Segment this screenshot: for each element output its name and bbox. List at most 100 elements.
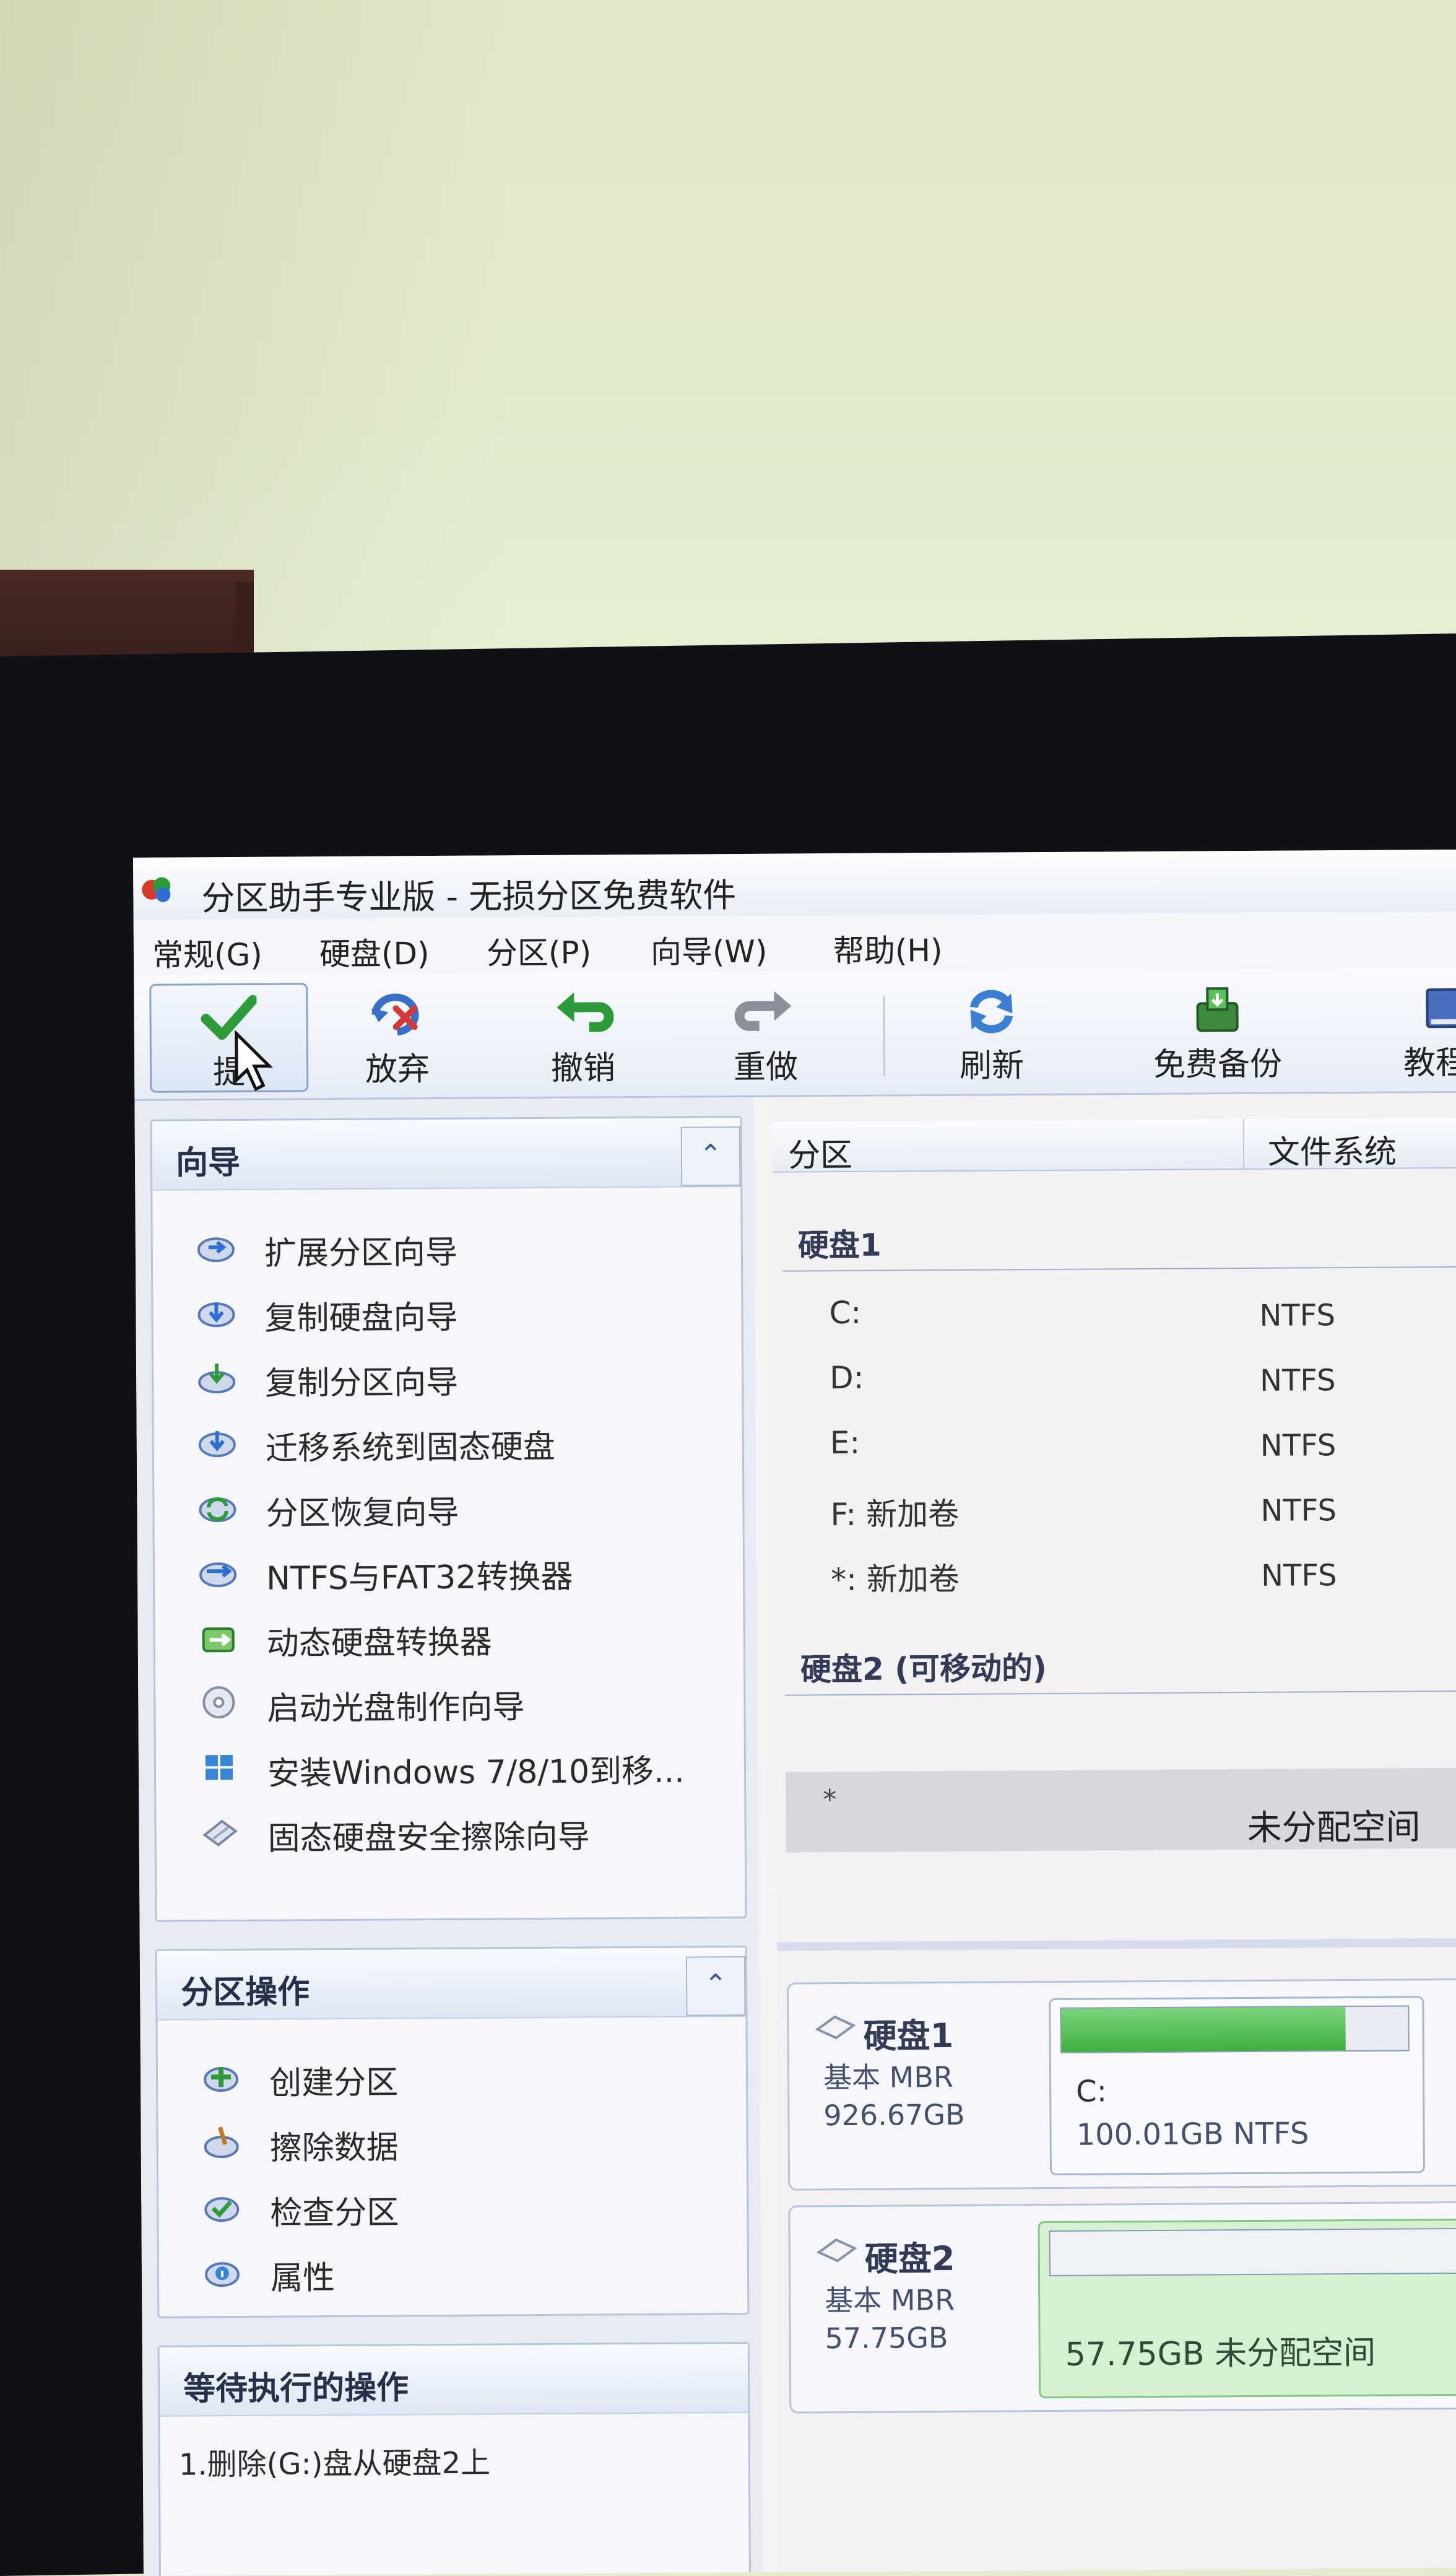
usage-bar	[1049, 2227, 1456, 2277]
toolbar: 提 放弃 撤销 重做 刷新 免费备份 教程	[134, 967, 1456, 1101]
partition-table-header: 分区 文件系统	[772, 1117, 1456, 1176]
wizard-item-label: 复制硬盘向导	[264, 1299, 458, 1338]
column-divider[interactable]	[1242, 1119, 1245, 1169]
wizard-item-label: 迁移系统到固态硬盘	[265, 1428, 556, 1468]
pending-ops-title: 等待执行的操作	[183, 2369, 409, 2408]
windows-to-go-icon	[205, 1755, 233, 1780]
partition-fs: NTFS	[1260, 1558, 1337, 1593]
wizard-item-ssd-erase[interactable]: 固态硬盘安全擦除向导	[199, 1805, 590, 1861]
column-partition[interactable]: 分区	[788, 1129, 852, 1176]
disk-type: 基本 MBR	[823, 2060, 954, 2095]
ntfs-fat32-icon	[199, 1562, 237, 1588]
partition-ops-header: 分区操作 ⌃	[157, 1947, 746, 2021]
table-row[interactable]: F: 新加卷 NTFS	[774, 1474, 1456, 1540]
window-title: 分区助手专业版 - 无损分区免费软件	[201, 876, 737, 918]
column-filesystem[interactable]: 文件系统	[1268, 1126, 1397, 1173]
discard-label: 放弃	[365, 1051, 430, 1089]
pending-op-item[interactable]: 1.删除(G:)盘从硬盘2上	[179, 2439, 491, 2484]
table-row[interactable]: D: NTFS	[774, 1344, 1456, 1410]
op-properties[interactable]: 属性	[202, 2245, 335, 2300]
disk2-map[interactable]: 硬盘2 基本 MBR 57.75GB 57.75GB 未分配空间	[788, 2201, 1456, 2414]
op-label: 擦除数据	[269, 2129, 399, 2167]
segment-info: 100.01GB NTFS	[1076, 2116, 1309, 2152]
copy-disk-icon	[197, 1302, 235, 1328]
ssd-erase-icon	[202, 1819, 238, 1847]
disk2-group-label: 硬盘2 (可移动的)	[800, 1650, 1047, 1688]
segment-letter: C:	[1076, 2074, 1107, 2109]
op-create-partition[interactable]: 创建分区	[201, 2050, 398, 2105]
partition-name: F: 新加卷	[830, 1495, 960, 1533]
redo-arrow-icon	[734, 991, 792, 1031]
partition-name: C:	[829, 1294, 862, 1331]
wizard-item-label: 安装Windows 7/8/10到移...	[267, 1752, 685, 1793]
partition-segment-c[interactable]: C: 100.01GB NTFS	[1049, 1996, 1426, 2175]
book-icon	[1426, 988, 1456, 1029]
refresh-button[interactable]: 刷新	[914, 978, 1069, 1085]
app-window: 分区助手专业版 - 无损分区免费软件 常规(G) 硬盘(D) 分区(P) 向导(…	[133, 849, 1456, 2576]
pane-splitter[interactable]	[777, 1938, 1456, 1951]
op-wipe-data[interactable]: 擦除数据	[201, 2115, 399, 2170]
menu-wizard[interactable]: 向导(W)	[651, 927, 768, 972]
copy-partition-icon	[198, 1364, 236, 1394]
menu-bar: 常规(G) 硬盘(D) 分区(P) 向导(W) 帮助(H)	[133, 911, 1456, 975]
properties-icon	[204, 2262, 240, 2287]
wizard-item-label: 固态硬盘安全擦除向导	[267, 1818, 590, 1858]
app-logo-icon	[142, 877, 171, 902]
menu-general[interactable]: 常规(G)	[152, 930, 262, 975]
wizard-item-label: 分区恢复向导	[266, 1494, 459, 1533]
unallocated-row[interactable]: * 未分配空间	[786, 1767, 1456, 1853]
bootable-disc-icon	[202, 1686, 235, 1719]
table-row[interactable]: E: NTFS	[774, 1409, 1456, 1475]
menu-partition[interactable]: 分区(P)	[487, 928, 592, 973]
pending-ops-header: 等待执行的操作	[159, 2343, 748, 2417]
collapse-partition-ops-button[interactable]: ⌃	[685, 1956, 746, 2016]
redo-button[interactable]: 重做	[688, 980, 843, 1086]
disk-type: 基本 MBR	[825, 2282, 955, 2318]
partition-fs: NTFS	[1260, 1493, 1337, 1528]
migrate-os-icon	[198, 1431, 236, 1458]
wizard-item-windows-to-go[interactable]: 安装Windows 7/8/10到移...	[199, 1740, 685, 1796]
extend-partition-icon	[197, 1237, 235, 1263]
title-bar: 分区助手专业版 - 无损分区免费软件	[133, 849, 1456, 921]
wipe-data-icon	[204, 2126, 239, 2159]
wizard-item-migrate-os[interactable]: 迁移系统到固态硬盘	[197, 1415, 555, 1471]
tutorial-label: 教程	[1403, 1044, 1456, 1082]
menu-help[interactable]: 帮助(H)	[833, 926, 943, 971]
create-partition-icon	[204, 2067, 239, 2092]
backup-label: 免费备份	[1153, 1045, 1283, 1084]
wizard-item-extend-partition[interactable]: 扩展分区向导	[196, 1220, 457, 1276]
disk-name: 硬盘2	[864, 2239, 955, 2279]
partition-name: D:	[829, 1359, 864, 1396]
partition-fs: NTFS	[1259, 1298, 1336, 1333]
menu-disk[interactable]: 硬盘(D)	[319, 929, 430, 974]
partition-recovery-icon	[199, 1497, 236, 1523]
partition-name: *	[823, 1784, 837, 1816]
tutorial-button[interactable]: 教程	[1366, 975, 1456, 1082]
group-divider	[785, 1690, 1456, 1696]
toolbar-separator	[883, 995, 886, 1076]
segment-info: 57.75GB 未分配空间	[1065, 2334, 1376, 2374]
refresh-label: 刷新	[959, 1047, 1025, 1085]
table-row[interactable]: C: NTFS	[773, 1279, 1456, 1345]
main-content: 分区 文件系统 硬盘1 C: NTFS D: NTFS E: NTFS F: 新…	[772, 1092, 1456, 2572]
disk1-group-label: 硬盘1	[797, 1227, 882, 1264]
wizard-item-ntfs-fat32[interactable]: NTFS与FAT32转换器	[198, 1545, 573, 1601]
discard-button[interactable]: 放弃	[319, 982, 475, 1089]
unallocated-segment[interactable]: 57.75GB 未分配空间	[1038, 2218, 1456, 2399]
wizard-item-label: 复制分区向导	[265, 1364, 459, 1403]
undo-button[interactable]: 撤销	[505, 981, 661, 1087]
mouse-cursor-icon	[235, 1030, 274, 1092]
table-row[interactable]: *: 新加卷 NTFS	[775, 1539, 1456, 1605]
wizard-item-dynamic-disk[interactable]: 动态硬盘转换器	[198, 1610, 492, 1666]
commit-label: 提	[212, 1053, 246, 1092]
partition-fs: NTFS	[1260, 1363, 1336, 1398]
redo-label: 重做	[733, 1048, 799, 1087]
wizard-item-label: 扩展分区向导	[264, 1234, 458, 1273]
disk1-map[interactable]: 硬盘1 基本 MBR 926.67GB C: 100.01GB NTFS	[787, 1978, 1456, 2191]
commit-button[interactable]: 提	[149, 983, 309, 1093]
wizard-panel: 向导 ⌃ 扩展分区向导 复制硬盘向导 复制分区向导 迁移系统到固态硬盘 分区恢复…	[150, 1115, 747, 1922]
collapse-wizard-button[interactable]: ⌃	[680, 1126, 741, 1186]
wizard-item-copy-disk[interactable]: 复制硬盘向导	[196, 1285, 458, 1341]
free-backup-button[interactable]: 免费备份	[1118, 977, 1317, 1084]
wizard-item-partition-recovery[interactable]: 分区恢复向导	[197, 1480, 459, 1536]
